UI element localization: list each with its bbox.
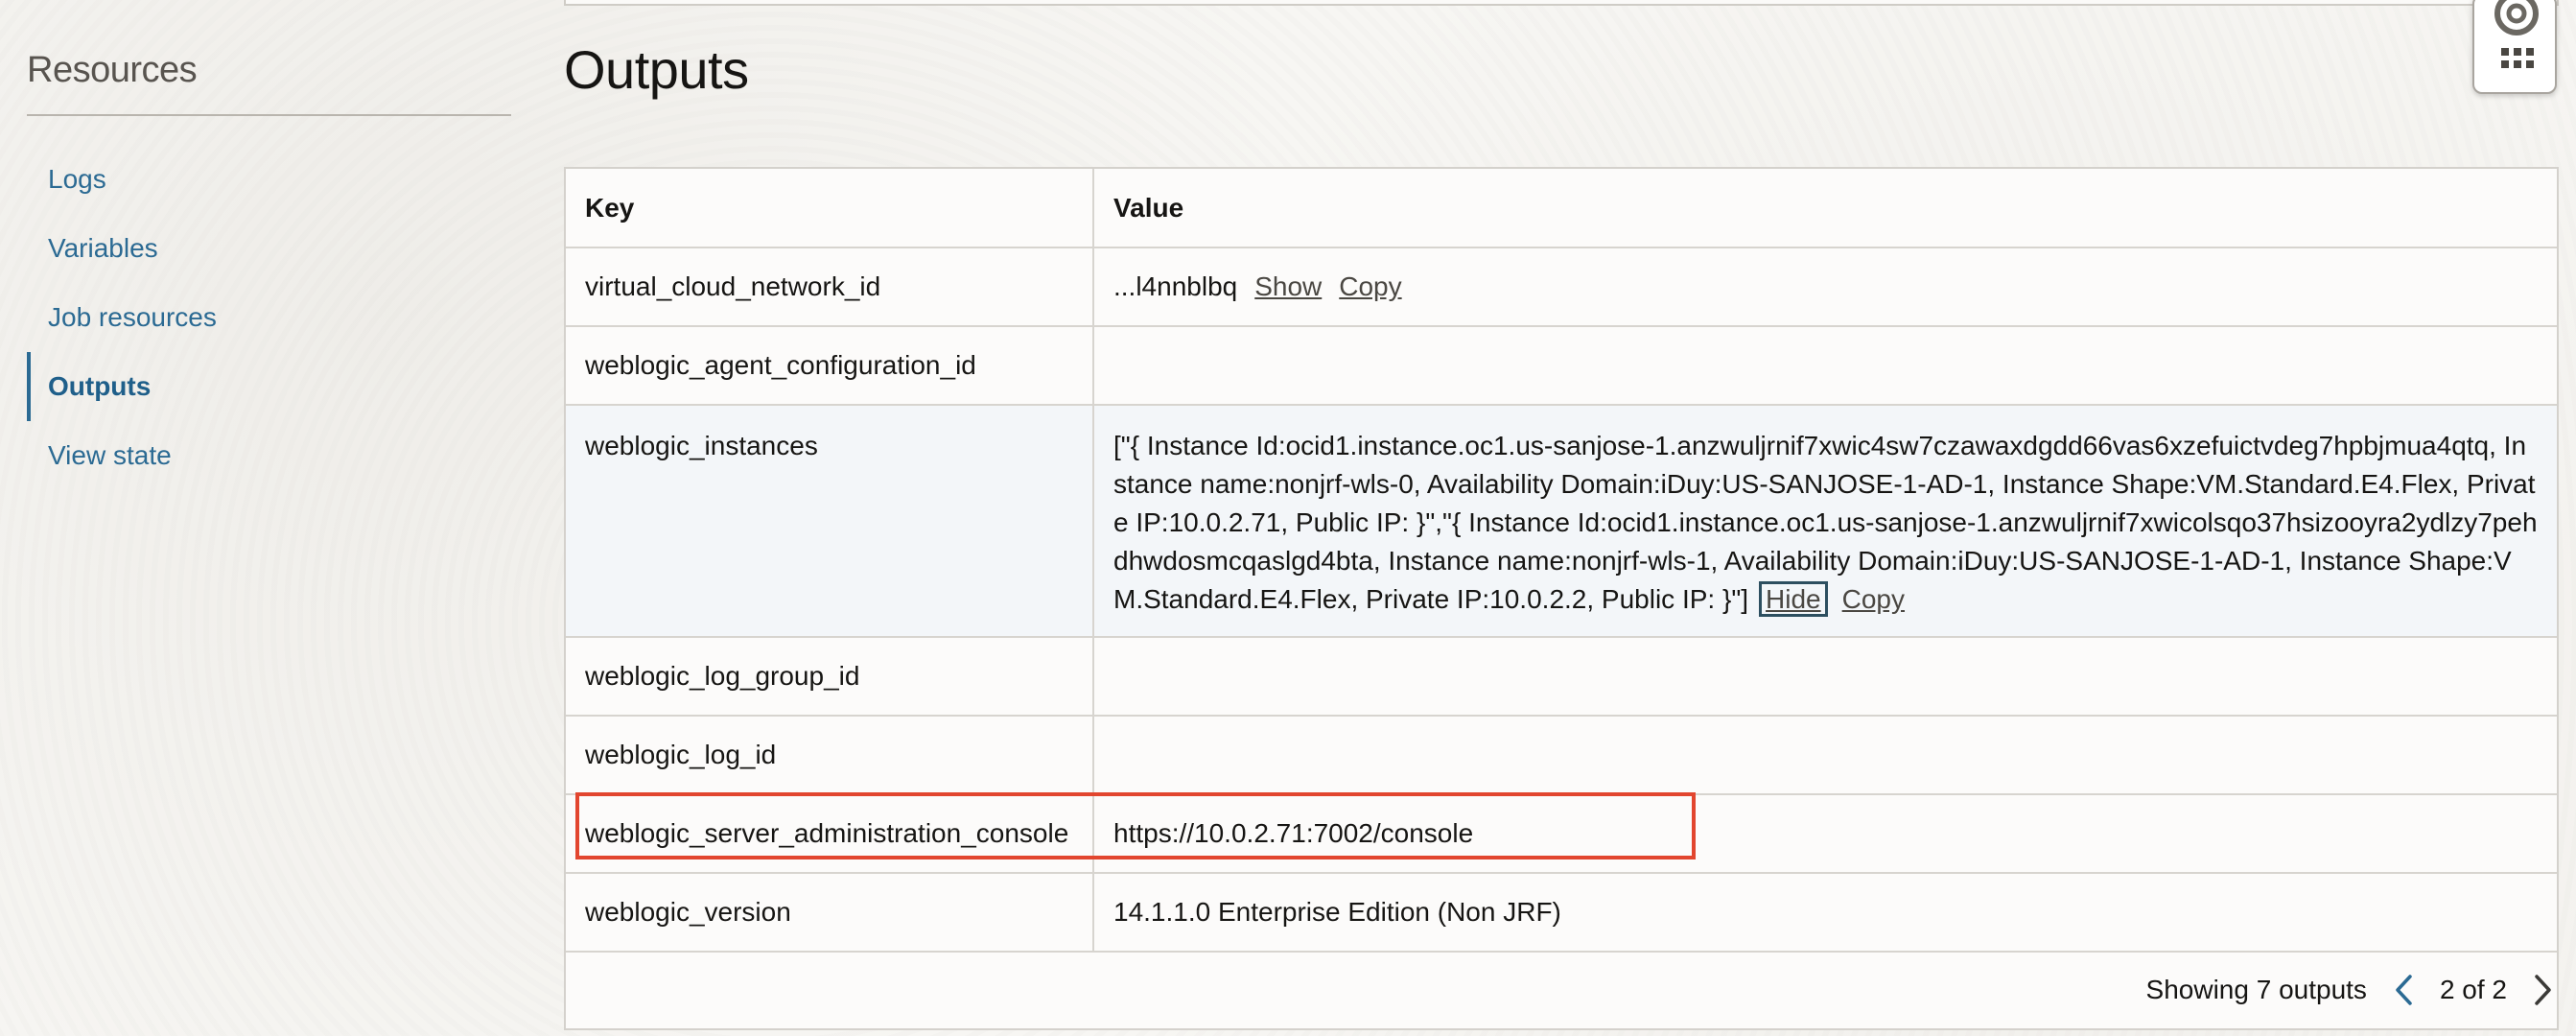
- table-row: weblogic_version 14.1.1.0 Enterprise Edi…: [566, 873, 2557, 953]
- sidebar-item-outputs[interactable]: Outputs: [27, 352, 511, 421]
- table-row: virtual_cloud_network_id ...l4nnblbq Show…: [566, 247, 2557, 327]
- hide-link[interactable]: Hide: [1759, 581, 1828, 617]
- chevron-right-icon[interactable]: [2530, 971, 2557, 1009]
- output-value[interactable]: https://10.0.2.71:7002/console: [1093, 794, 2557, 874]
- page-indicator: 2 of 2: [2439, 975, 2507, 1004]
- chevron-left-icon[interactable]: [2390, 971, 2417, 1009]
- table-row: weblogic_server_administration_console h…: [566, 794, 2557, 874]
- sidebar-item-view-state[interactable]: View state: [27, 421, 511, 490]
- help-widget[interactable]: [2472, 0, 2557, 94]
- lifebuoy-icon[interactable]: [2492, 0, 2541, 45]
- copy-link[interactable]: Copy: [1339, 271, 1401, 301]
- table-header-row: Key Value: [566, 169, 2557, 248]
- output-key: weblogic_agent_configuration_id: [566, 326, 1094, 406]
- sidebar-item-job-resources[interactable]: Job resources: [27, 283, 511, 352]
- outputs-table: Key Value virtual_cloud_network_id ...l4…: [566, 169, 2557, 953]
- output-value: ...l4nnblbq: [1113, 271, 1238, 301]
- output-key: virtual_cloud_network_id: [566, 247, 1094, 327]
- table-pagination: Showing 7 outputs 2 of 2: [2146, 950, 2557, 1030]
- output-value-cell: ["{ Instance Id:ocid1.instance.oc1.us-sa…: [1093, 405, 2557, 638]
- sidebar-nav: Logs Variables Job resources Outputs Vie…: [27, 145, 511, 490]
- results-count: Showing 7 outputs: [2145, 975, 2367, 1004]
- output-value: 14.1.1.0 Enterprise Edition (Non JRF): [1093, 873, 2557, 953]
- outputs-table-container: Key Value virtual_cloud_network_id ...l4…: [564, 167, 2559, 1030]
- column-header-value[interactable]: Value: [1093, 169, 2557, 248]
- table-row: weblogic_instances ["{ Instance Id:ocid1…: [566, 405, 2557, 638]
- output-value: [1093, 326, 2557, 406]
- output-key: weblogic_version: [566, 873, 1094, 953]
- copy-link[interactable]: Copy: [1842, 584, 1905, 614]
- page-title: Outputs: [564, 39, 749, 100]
- sidebar-item-variables[interactable]: Variables: [27, 214, 511, 283]
- output-value: [1093, 637, 2557, 717]
- output-key: weblogic_instances: [566, 405, 1094, 638]
- show-link[interactable]: Show: [1254, 271, 1322, 301]
- output-value: ["{ Instance Id:ocid1.instance.oc1.us-sa…: [1113, 431, 2538, 614]
- output-value: [1093, 716, 2557, 795]
- column-header-key[interactable]: Key: [566, 169, 1094, 248]
- previous-panel-edge: [564, 0, 2559, 6]
- output-key: weblogic_log_group_id: [566, 637, 1094, 717]
- table-row: weblogic_agent_configuration_id: [566, 326, 2557, 406]
- sidebar-item-logs[interactable]: Logs: [27, 145, 511, 214]
- sidebar-title: Resources: [27, 50, 511, 116]
- table-row: weblogic_log_id: [566, 716, 2557, 795]
- output-key: weblogic_log_id: [566, 716, 1094, 795]
- output-value-cell: ...l4nnblbq Show Copy: [1093, 247, 2557, 327]
- resources-sidebar: Resources Logs Variables Job resources O…: [27, 50, 511, 490]
- output-key: weblogic_server_administration_console: [566, 794, 1094, 874]
- grid-icon[interactable]: [2501, 48, 2534, 85]
- table-row: weblogic_log_group_id: [566, 637, 2557, 717]
